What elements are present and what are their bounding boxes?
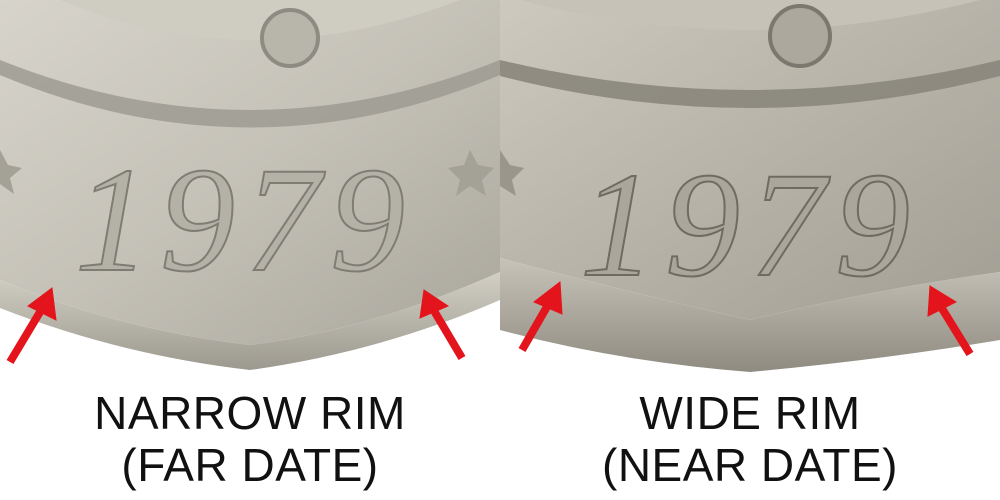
caption-wide-rim: WIDE RIM xyxy=(639,387,861,439)
coin-date: 1979 xyxy=(580,142,920,308)
caption-near-date: (NEAR DATE) xyxy=(602,439,898,491)
caption-narrow-rim: NARROW RIM xyxy=(94,387,406,439)
coin-panel-narrow-rim: 1979 NARROW RIM (FAR DATE) xyxy=(0,0,500,500)
caption-far-date: (FAR DATE) xyxy=(121,439,379,491)
portrait-curl xyxy=(260,8,320,68)
coin-panel-wide-rim: 1979 WIDE RIM (NEAR DATE) xyxy=(500,0,1000,500)
coin-date: 1979 xyxy=(75,137,415,303)
portrait-curl xyxy=(768,4,832,68)
